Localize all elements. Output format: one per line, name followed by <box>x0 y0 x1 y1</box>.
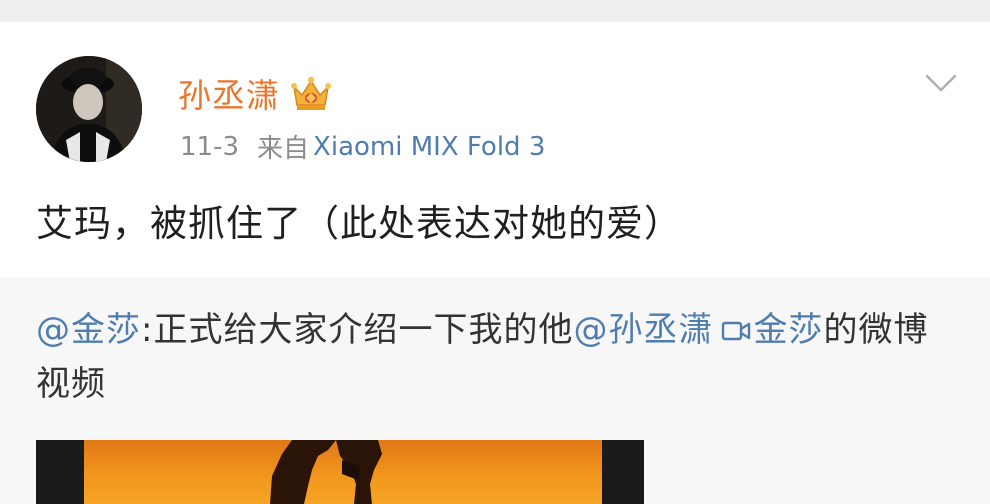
video-camera-icon <box>722 321 751 341</box>
avatar[interactable] <box>36 56 142 162</box>
device-link[interactable]: Xiaomi MIX Fold 3 <box>313 132 545 162</box>
post-meta: 11-3 来自 Xiaomi MIX Fold 3 <box>180 128 545 165</box>
video-link-label[interactable]: 金莎 <box>753 310 823 350</box>
chevron-down-icon[interactable] <box>924 72 958 94</box>
video-link[interactable]: 金莎 <box>713 310 823 350</box>
repost-text: @金莎:正式给大家介绍一下我的他@孙丞潇 金莎的微博视频 <box>36 303 936 411</box>
top-divider <box>0 0 990 22</box>
user-header: 孙丞潇 <box>178 70 334 116</box>
video-thumbnail[interactable] <box>36 440 644 504</box>
weibo-feed: 孙丞潇 11-3 来自 Xiaomi MIX Fold 3 艾玛，被抓住了（此处… <box>0 0 990 504</box>
repost-body: :正式给大家介绍一下我的他 <box>141 310 574 350</box>
repost-author-mention[interactable]: @金莎 <box>36 310 141 350</box>
video-thumbnail-image <box>36 440 644 504</box>
repost-user-mention[interactable]: @孙丞潇 <box>573 310 713 350</box>
crown-icon <box>291 76 331 110</box>
avatar-image <box>36 56 142 162</box>
post-time: 11-3 <box>180 131 240 162</box>
post-text: 艾玛，被抓住了（此处表达对她的爱） <box>36 202 682 245</box>
source-label: 来自 <box>257 134 310 164</box>
username[interactable]: 孙丞潇 <box>178 69 280 117</box>
